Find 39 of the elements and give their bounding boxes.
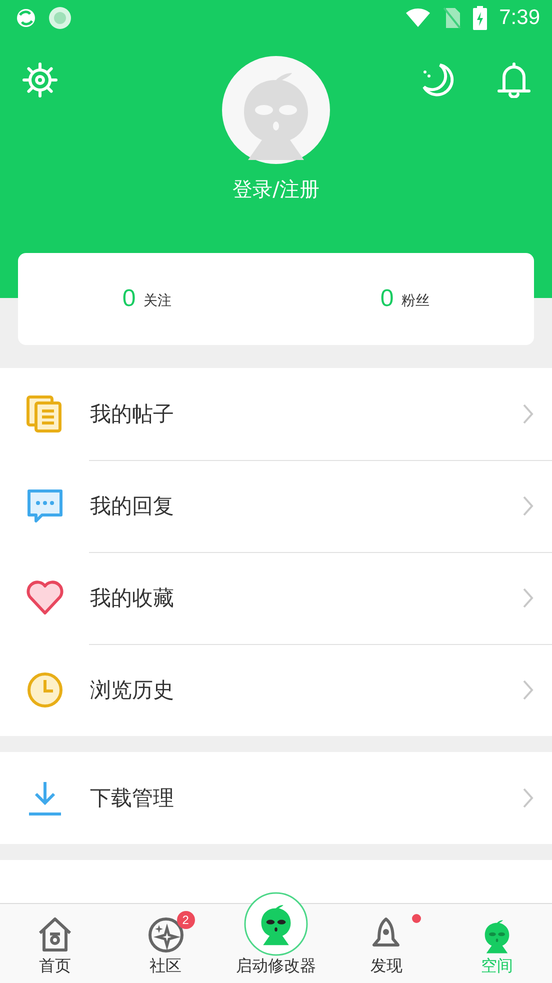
nav-tab[interactable]: 2 社区: [110, 910, 221, 977]
chevron-right-icon: [522, 403, 534, 425]
posts-icon: [26, 395, 64, 433]
stat-count: 0: [122, 285, 136, 313]
menu-item[interactable]: 浏览历史: [0, 644, 552, 736]
menu-label: 浏览历史: [90, 677, 175, 704]
chevron-right-icon: [522, 679, 534, 701]
notification-badge: 2: [176, 911, 195, 929]
download-icon: [26, 779, 64, 817]
battery-icon: [473, 6, 488, 30]
wifi-icon: [405, 8, 432, 28]
clock-time: 7:39: [499, 6, 540, 30]
menu-label: 我的收藏: [90, 585, 175, 612]
chevron-right-icon: [522, 495, 534, 517]
nav-tab[interactable]: 首页: [0, 910, 110, 977]
moon-icon[interactable]: [420, 62, 456, 98]
nav-tab[interactable]: 启动修改器: [220, 886, 332, 977]
menu-label: 我的回复: [90, 493, 175, 520]
app-icon: [48, 6, 72, 30]
settings-icon[interactable]: [22, 62, 58, 98]
stat-label: 粉丝: [402, 292, 430, 310]
nav-tab[interactable]: 发现: [331, 910, 442, 977]
chevron-right-icon: [522, 787, 534, 809]
menu-item[interactable]: 我的帖子: [0, 368, 552, 460]
chat-bubble-icon: [26, 487, 64, 525]
clock-icon: [26, 671, 64, 709]
heart-icon: [26, 579, 64, 617]
chevron-right-icon: [522, 587, 534, 609]
menu-label: 下载管理: [90, 785, 175, 812]
stat-label: 关注: [144, 292, 172, 310]
no-sim-icon: [443, 7, 462, 29]
menu-item[interactable]: 我的收藏: [0, 552, 552, 644]
bell-icon[interactable]: [496, 62, 532, 98]
avatar[interactable]: [222, 56, 330, 164]
stat-count: 0: [380, 285, 394, 313]
menu-label: 我的帖子: [90, 401, 175, 428]
menu-item[interactable]: 我的回复: [0, 460, 552, 552]
app-icon: [16, 8, 36, 28]
menu-item[interactable]: 下载管理: [0, 752, 552, 844]
